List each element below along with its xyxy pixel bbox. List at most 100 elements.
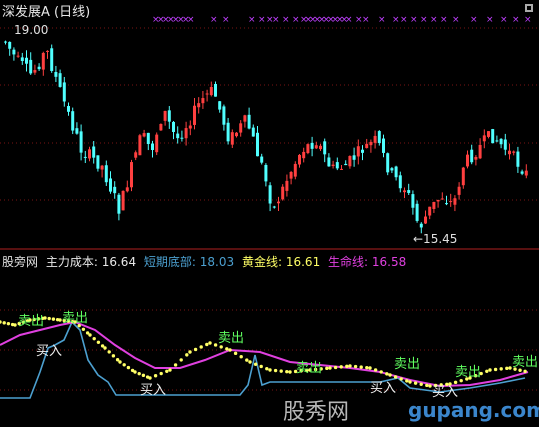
candle-body [348,155,352,167]
gold-line-dot [273,368,278,373]
buy-signal-label: 买入 [36,344,62,359]
candle-body [138,135,142,156]
candle-body [104,165,108,183]
candle-body [377,131,381,143]
candle-body [323,141,327,155]
candle-body [285,180,289,191]
gold-line-dot [248,360,252,364]
candle-body [79,131,83,153]
sell-marker-icon: × [452,15,460,25]
candle-body [125,187,129,192]
candle-body [239,123,243,133]
gold-line-dot [385,372,389,376]
gold-line-dot [488,368,492,372]
gold-line-dot [88,333,92,337]
gold-line-dot [47,316,51,321]
candle-body [218,101,222,110]
gold-line-dot [111,354,116,358]
candle-body [302,151,306,159]
candle-body [260,156,264,163]
candle-body [151,143,154,151]
gold-line-dot [205,342,209,347]
gold-line-dot [13,323,17,327]
stock-name[interactable]: 深发展A [2,5,50,20]
period-label[interactable]: (日线) [54,5,90,20]
candle-body [520,171,524,174]
candle-body [440,198,444,200]
gold-line-dot [368,366,372,370]
gold-line-dot [165,369,169,373]
price-low-label: ←15.45 [413,232,457,246]
gold-line-dot [285,369,289,374]
candle-body [50,48,54,71]
candle-body [100,165,104,170]
gold-line-dot [259,364,263,369]
gold-line-dot [213,343,218,347]
candle-body [146,132,150,145]
gold-line-dot [118,360,122,364]
candle-body [222,106,226,125]
gold-line-dot [353,364,358,369]
gold-line-value: 16.61 [285,255,321,269]
candle-body [134,152,138,158]
candle-body [71,111,75,131]
gold-line-dot [365,365,369,370]
candle-body [457,186,461,195]
candle-body [130,162,133,188]
indicator-name[interactable]: 股旁网 [2,255,38,269]
candle-body [256,132,259,157]
sell-marker-icon: × [362,15,370,25]
candle-body [176,133,180,139]
candle-body [424,216,427,224]
gold-line-dot [107,350,111,354]
gold-line-dot [179,358,183,362]
candle-body [487,131,490,137]
candle-body [67,106,70,112]
gold-line-dot [92,336,96,341]
candle-body [344,163,348,166]
candle-body [398,175,402,189]
candle-body [386,153,390,173]
window-corner-icon[interactable] [525,4,533,12]
sell-signal-label: 卖出 [218,331,244,346]
candle-body [495,140,499,142]
candle-body [298,154,301,165]
gold-line-dot [379,370,383,374]
candle-body [277,201,280,204]
candle-body [163,110,167,121]
candle-body [453,198,457,205]
gold-line-dot [228,348,232,352]
signal-labels: 卖出 卖出卖出卖出 卖出卖出卖出买入买入 买入 买入 [18,311,538,400]
sell-marker-icon: × [258,15,266,25]
sell-signal-label: 卖出 [455,365,481,380]
sell-markers: ×××××××× × × × × ×× × × ××××××××××× × × × × × × × × × × × × ×… [152,15,532,25]
candle-body [155,134,159,153]
candle-body [411,194,415,208]
gold-line-dot [288,370,292,374]
candle-body [432,201,436,209]
gold-line-dot [133,370,137,374]
gold-line-dot [199,345,203,349]
sell-marker-icon: × [400,15,408,25]
candle-body [428,206,432,216]
candle-body [314,145,318,149]
chart-header: 深发展A (日线) [2,1,90,20]
sell-marker-icon: × [512,15,520,25]
gold-line-dot [148,376,152,380]
candle-body [272,206,276,208]
gold-line-dot [233,351,238,356]
buy-signal-label: 买入 [140,383,166,398]
candle-body [499,138,503,145]
candle-body [205,93,209,95]
gold-line-dot [373,368,378,372]
gold-line-dot [388,373,392,377]
candle-body [92,146,96,158]
gold-line-dot [153,374,158,378]
candle-body [373,135,377,143]
sell-marker-icon: × [248,15,256,25]
sell-marker-icon: × [470,15,478,25]
candle-body [470,149,474,163]
sell-signal-label: 卖出 [394,357,420,372]
candle-body [62,82,66,102]
candle-body [172,121,175,132]
